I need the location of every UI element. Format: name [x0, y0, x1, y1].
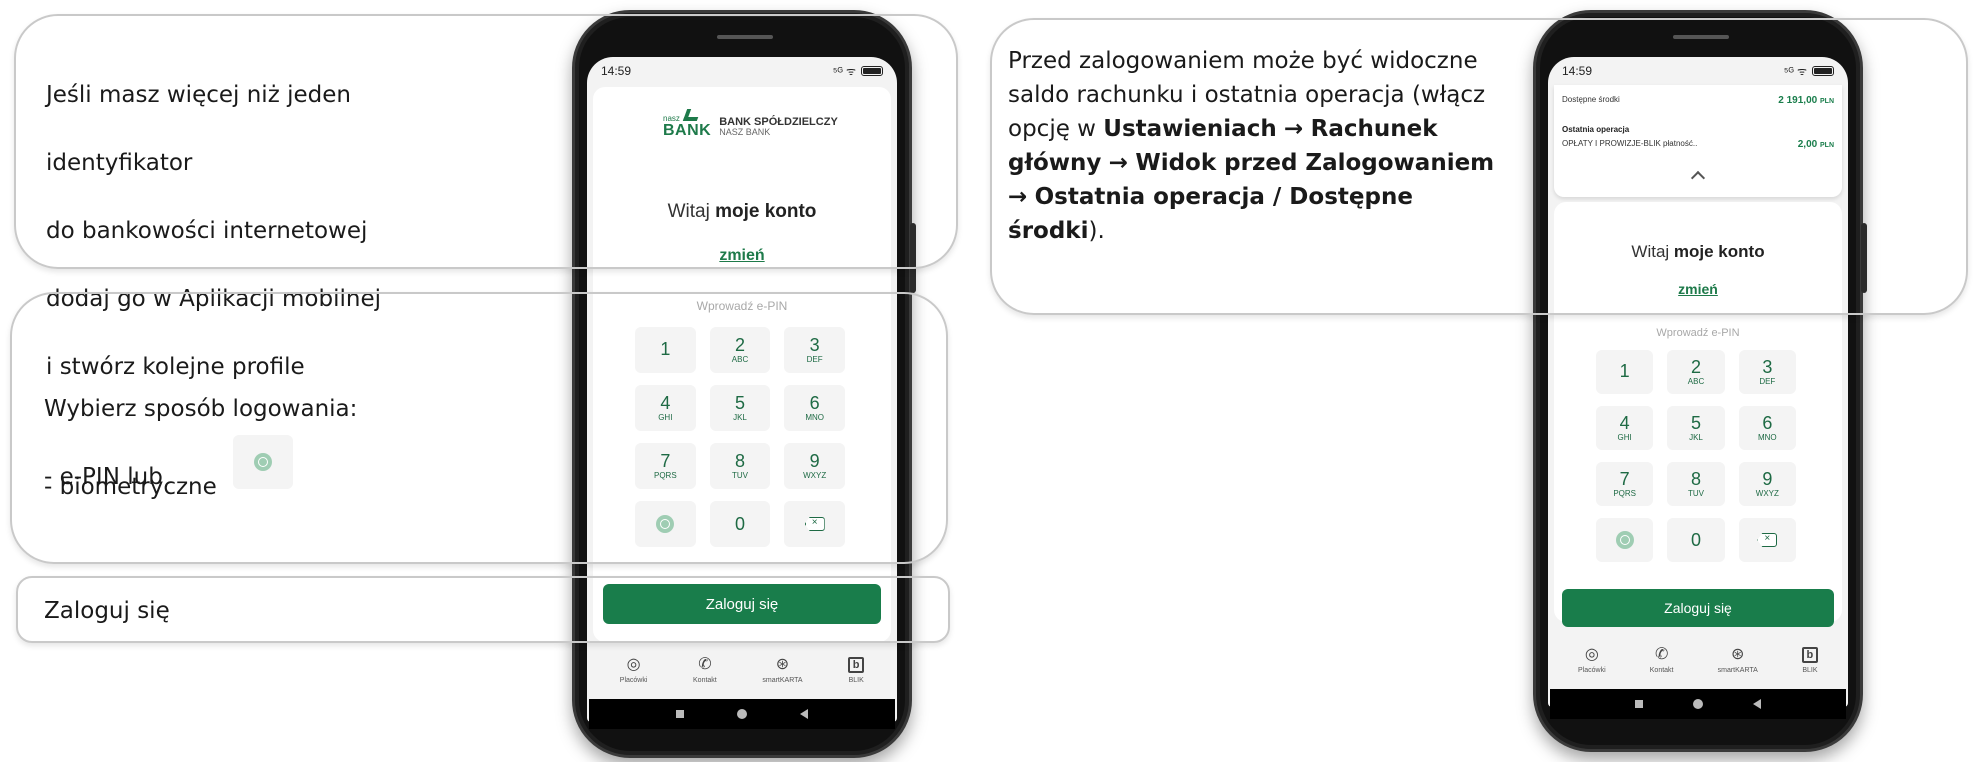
- nav-label: Kontakt: [693, 677, 717, 684]
- login-button[interactable]: Zaloguj się: [1562, 589, 1834, 627]
- nav-label: smartKARTA: [762, 677, 803, 684]
- location-pin-icon: ◎: [1584, 646, 1599, 663]
- phone-icon: ✆: [698, 656, 712, 673]
- phone-icon: ✆: [1654, 646, 1669, 663]
- key-letters: GHI: [1617, 433, 1632, 442]
- home-icon[interactable]: [736, 709, 747, 719]
- key-4[interactable]: 4 GHI: [1596, 406, 1654, 450]
- key-letters: TUV: [1687, 489, 1704, 498]
- settings-path-4: Ostatnia operacja / Dostępne środki: [1008, 184, 1413, 244]
- nav-kontakt[interactable]: ✆ Kontakt: [693, 656, 717, 685]
- key-digit: 3: [1762, 357, 1773, 377]
- nav-placowki[interactable]: ◎ Placówki: [619, 656, 648, 685]
- nav-smartkarta[interactable]: ⊛ smartKARTA: [1717, 646, 1758, 675]
- key-letters: JKL: [1689, 433, 1703, 442]
- callout-balance-text: Przed zalogowaniem może być widoczne sal…: [1008, 44, 1508, 248]
- key-letters: WXYZ: [1755, 489, 1779, 498]
- profiles-line-2: identyfikator: [46, 150, 193, 176]
- profiles-line-3: do bankowości internetowej: [46, 218, 368, 244]
- pin-placeholder: Wprowadź e-PIN: [1656, 327, 1740, 339]
- recent-apps-icon[interactable]: [1635, 700, 1643, 708]
- key-letters: DEF: [1759, 377, 1776, 386]
- key-0[interactable]: 0: [1667, 518, 1725, 562]
- back-icon[interactable]: [1753, 699, 1761, 709]
- biometric-sample: [233, 435, 293, 489]
- smartkarta-icon: ⊛: [1731, 646, 1745, 663]
- recent-apps-icon[interactable]: [675, 710, 684, 718]
- nav-kontakt[interactable]: ✆ Kontakt: [1649, 646, 1674, 675]
- nav-label: BLIK: [1802, 667, 1818, 674]
- nav-label: BLIK: [848, 677, 864, 684]
- nav-placowki[interactable]: ◎ Placówki: [1578, 646, 1606, 675]
- smartkarta-icon: ⊛: [775, 656, 790, 673]
- key-2[interactable]: 2 ABC: [1667, 350, 1725, 394]
- android-nav-bar: [589, 699, 895, 729]
- balance-text-end: ).: [1088, 218, 1105, 244]
- arrow-icon: →: [1108, 150, 1129, 176]
- backspace-icon: ×: [1757, 533, 1778, 547]
- key-3[interactable]: 3 DEF: [1738, 350, 1796, 394]
- bottom-nav: ◎ Placówki ✆ Kontakt ⊛ smartKARTA b BLIK: [1548, 647, 1848, 674]
- settings-path-1: Ustawieniach: [1103, 116, 1277, 142]
- nav-label: Kontakt: [1649, 667, 1674, 674]
- bottom-nav: ◎ Placówki ✆ Kontakt ⊛ smartKARTA b BLIK: [587, 657, 897, 684]
- arrow-icon: →: [1284, 116, 1304, 142]
- key-letters: PQRS: [1613, 489, 1636, 498]
- profiles-line-1: Jeśli masz więcej niż jeden: [46, 82, 351, 108]
- key-digit: 8: [1690, 469, 1701, 489]
- key-digit: 7: [1619, 469, 1630, 489]
- backspace-key[interactable]: ×: [1738, 518, 1796, 562]
- nav-blik[interactable]: b BLIK: [1801, 647, 1818, 674]
- key-1[interactable]: 1: [1596, 350, 1654, 394]
- fingerprint-icon: [1615, 531, 1634, 549]
- android-nav-bar: [1550, 689, 1846, 719]
- pin-keypad: 1 2 ABC 3 DEF 4 GHI 5 JKL 6 MNO 7 PQRS 8 TUV 9W…: [1596, 350, 1796, 562]
- key-8[interactable]: 8 TUV: [1667, 462, 1725, 506]
- key-letters: ABC: [1687, 377, 1705, 386]
- key-digit: 4: [1619, 413, 1630, 433]
- key-letters: MNO: [1757, 433, 1777, 442]
- key-9[interactable]: 9 WXYZ: [1738, 462, 1796, 506]
- callout-login-text: Zaloguj się: [44, 598, 170, 624]
- nav-smartkarta[interactable]: ⊛ smartKARTA: [762, 656, 803, 685]
- home-icon[interactable]: [1693, 699, 1703, 709]
- key-5[interactable]: 5 JKL: [1667, 406, 1725, 450]
- key-digit: 5: [1690, 413, 1701, 433]
- key-digit: 2: [1690, 357, 1701, 377]
- key-digit: 6: [1762, 413, 1773, 433]
- nav-label: Placówki: [1578, 667, 1606, 674]
- fingerprint-icon: [254, 453, 272, 471]
- back-icon[interactable]: [800, 709, 809, 719]
- location-pin-icon: ◎: [626, 656, 641, 673]
- nav-label: Placówki: [619, 677, 648, 684]
- key-digit: 1: [1619, 361, 1630, 381]
- login-method-title: Wybierz sposób logowania:: [44, 396, 358, 422]
- key-digit: 0: [1690, 530, 1701, 550]
- login-method-option-2: - biometryczne: [44, 474, 217, 500]
- blik-icon: b: [1801, 647, 1818, 663]
- nav-label: smartKARTA: [1717, 667, 1758, 674]
- settings-path-3: Widok przed Zalogowaniem: [1135, 150, 1495, 176]
- biometric-key[interactable]: [1596, 518, 1654, 562]
- nav-blik[interactable]: b BLIK: [848, 657, 865, 684]
- key-7[interactable]: 7 PQRS: [1596, 462, 1654, 506]
- arrow-icon: →: [1008, 184, 1028, 210]
- key-6[interactable]: 6 MNO: [1738, 406, 1796, 450]
- blik-icon: b: [848, 657, 865, 673]
- key-digit: 9: [1762, 469, 1773, 489]
